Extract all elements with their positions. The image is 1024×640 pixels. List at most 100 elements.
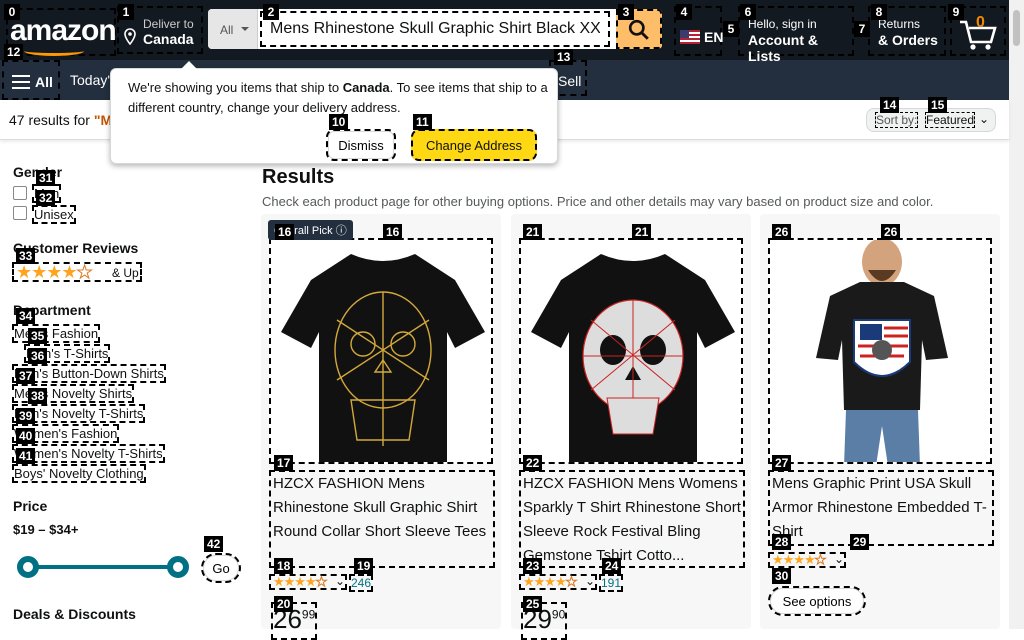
gender-checkbox-men[interactable]: [13, 186, 27, 200]
price-slider-max-handle[interactable]: [167, 556, 189, 578]
gender-checkbox-unisex[interactable]: [13, 206, 27, 220]
results-count: 47 results for "M: [9, 112, 112, 128]
star-rating-icon: ★★★★★: [772, 552, 827, 568]
logo-smile-icon: [24, 46, 84, 56]
change-address-button[interactable]: Change Address: [411, 129, 537, 161]
price-range: $19 – $34+: [13, 522, 79, 537]
deliver-to-location: Canada: [143, 31, 194, 47]
price-go-button[interactable]: Go: [201, 553, 241, 583]
badge-1: 1: [118, 4, 134, 20]
hamburger-icon: [12, 75, 30, 89]
chevron-down-icon: ⌄: [585, 574, 596, 588]
product-image[interactable]: [768, 238, 992, 464]
badge-9: 9: [948, 4, 964, 20]
message-pre: We're showing you items that ship to: [128, 80, 343, 95]
badge-37: 37: [16, 368, 36, 384]
department-link[interactable]: Boys' Novelty Clothing: [12, 464, 146, 483]
price-heading: Price: [13, 498, 48, 514]
rating-count-link[interactable]: 191: [599, 574, 624, 592]
badge-21: 21: [523, 224, 543, 240]
scrollbar-thumb[interactable]: [1013, 10, 1020, 46]
search-category-label: All: [220, 23, 234, 37]
badge-14: 14: [880, 97, 900, 113]
deliver-to-label: Deliver to: [143, 17, 194, 31]
badge-38: 38: [28, 388, 48, 404]
badge-31: 31: [36, 170, 56, 186]
badge-18: 18: [274, 558, 294, 574]
product-image[interactable]: [519, 238, 743, 464]
product-title[interactable]: HZCX FASHION Mens Rhinestone Skull Graph…: [269, 470, 495, 568]
search-icon: [628, 19, 649, 40]
badge-16: 16: [275, 224, 295, 240]
badge-20: 20: [274, 596, 294, 612]
four-stars-filter[interactable]: ★★★★★ & Up: [12, 262, 142, 283]
product-photo-tshirt: [531, 254, 735, 462]
price-slider[interactable]: [17, 556, 197, 578]
badge-3: 3: [618, 4, 634, 20]
product-title[interactable]: HZCX FASHION Mens Womens Sparkly T Shirt…: [519, 470, 745, 568]
star-rating-icon: ★★★★★: [523, 574, 578, 590]
dismiss-button[interactable]: Dismiss: [326, 129, 396, 161]
product-rating[interactable]: ★★★★★ ⌄: [519, 574, 597, 590]
product-photo-tshirt: [281, 254, 485, 462]
chevron-down-icon: ⌄: [335, 574, 346, 588]
product-card: HZCX FASHION Mens Womens Sparkly T Shirt…: [511, 214, 751, 640]
price-slider-min-handle[interactable]: [17, 556, 39, 578]
cart-count: 0: [976, 14, 985, 31]
badge-13: 13: [554, 49, 574, 65]
badge-26: 26: [772, 224, 792, 240]
results-heading: Results: [262, 166, 335, 188]
gender-option-unisex[interactable]: Unisex: [32, 205, 76, 224]
badge-28: 28: [772, 534, 792, 550]
badge-10: 10: [329, 114, 349, 130]
badge-32: 32: [36, 190, 56, 206]
language-label: EN: [704, 29, 724, 45]
search-category-select[interactable]: All: [208, 9, 258, 49]
department-link[interactable]: Men's Fashion: [12, 324, 101, 343]
badge-42: 42: [204, 536, 224, 552]
badge-33: 33: [16, 248, 36, 264]
product-rating[interactable]: ★★★★★ ⌄: [269, 574, 347, 590]
logo-text: amazon: [10, 14, 117, 47]
badge-0: 0: [4, 4, 20, 20]
product-rating[interactable]: ★★★★★ ⌄: [768, 552, 846, 568]
sell-label: Sell: [558, 73, 582, 89]
badge-29: 29: [850, 534, 870, 550]
info-icon[interactable]: ⓘ: [336, 225, 347, 237]
chevron-down-icon: ⌄: [978, 112, 989, 126]
badge-27: 27: [772, 455, 792, 471]
badge-19: 19: [354, 558, 374, 574]
badge-30: 30: [772, 568, 792, 584]
us-flag-icon: [680, 30, 700, 44]
account-lists-label: Account & Lists: [748, 32, 818, 64]
badge-8: 8: [871, 4, 887, 20]
badge-21b: 21: [632, 224, 652, 240]
badge-6: 6: [740, 4, 756, 20]
product-image[interactable]: [269, 238, 493, 464]
badge-16b: 16: [383, 224, 403, 240]
price-fraction: 99: [301, 607, 316, 622]
badge-36: 36: [28, 348, 48, 364]
product-title[interactable]: Mens Graphic Print USA Skull Armor Rhine…: [768, 470, 994, 546]
badge-12: 12: [4, 44, 24, 60]
badge-11: 11: [413, 114, 432, 130]
scrollbar[interactable]: [1009, 0, 1024, 629]
all-menu-button[interactable]: All: [2, 60, 60, 100]
product-photo-man-tshirt: [816, 240, 948, 462]
price-fraction: 90: [551, 607, 566, 622]
sort-value[interactable]: Featured: [925, 112, 976, 128]
product-card: Mens Graphic Print USA Skull Armor Rhine…: [760, 214, 1000, 629]
badge-23: 23: [523, 558, 543, 574]
rating-count-link[interactable]: 246: [349, 574, 374, 592]
badge-5: 5: [723, 21, 739, 37]
star-rating-icon: ★★★★★: [16, 262, 93, 283]
badge-4: 4: [676, 4, 692, 20]
badge-39: 39: [16, 408, 36, 424]
results-subheading: Check each product page for other buying…: [262, 194, 934, 209]
all-menu-label: All: [35, 74, 53, 90]
search-input[interactable]: [260, 11, 610, 47]
see-options-button[interactable]: See options: [768, 586, 866, 616]
sort-label: Sort by:: [875, 112, 919, 128]
results-count-text: 47 results for: [9, 112, 94, 128]
message-country: Canada: [342, 80, 390, 95]
